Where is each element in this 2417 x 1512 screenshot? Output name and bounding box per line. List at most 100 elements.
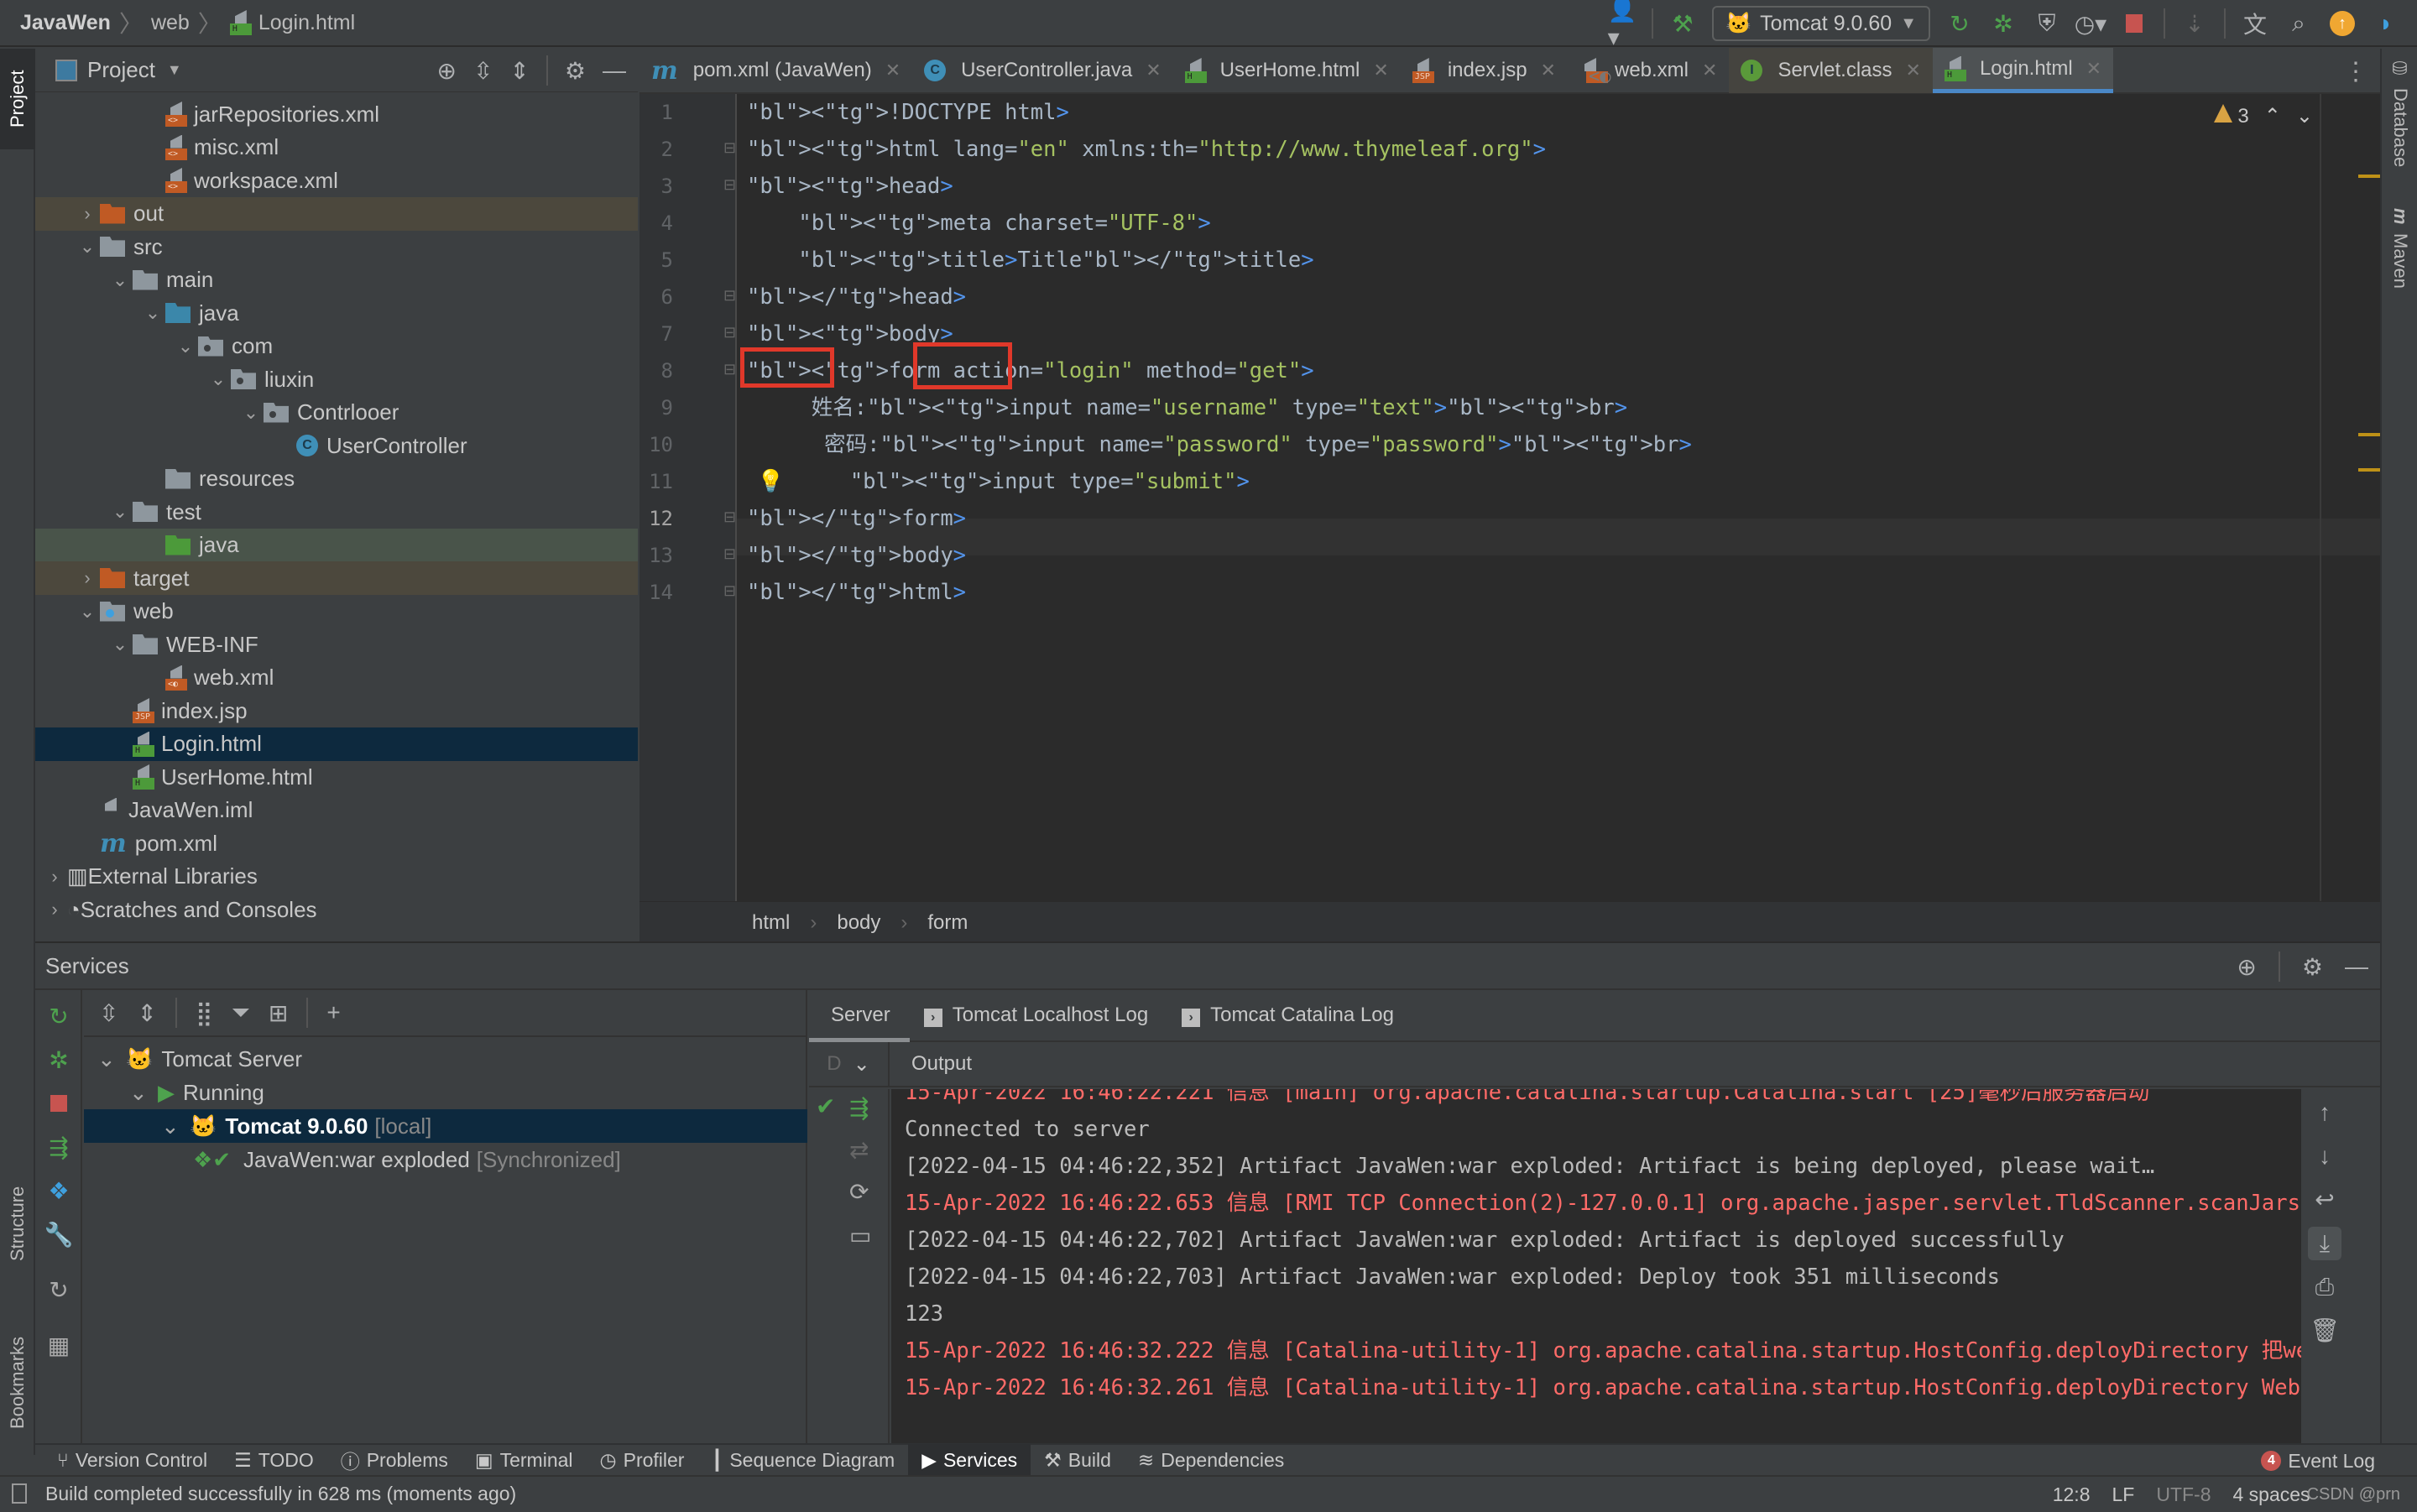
chevron-down-icon[interactable]: ⌄	[107, 633, 133, 655]
file-encoding[interactable]: UTF-8	[2156, 1483, 2211, 1506]
locate-icon[interactable]: ⊕	[2237, 953, 2256, 981]
deploy-icon[interactable]: ⇶	[44, 1133, 74, 1163]
tool-window-problems[interactable]: ⓘ Problems	[327, 1444, 462, 1476]
chevron-down-icon[interactable]: ⌄	[129, 1080, 158, 1106]
line-separator[interactable]: LF	[2112, 1483, 2134, 1506]
chevron-down-icon[interactable]: ⌄	[238, 402, 264, 424]
editor-tab[interactable]: H Login.html ✕	[1932, 48, 2114, 93]
tree-item[interactable]: › ▥ External Libraries	[35, 860, 638, 894]
tool-window-todo[interactable]: ☰ TODO	[221, 1444, 327, 1476]
up-arrow-icon[interactable]: ↑	[2308, 1096, 2341, 1129]
fold-marker-icon[interactable]: ⊟	[723, 139, 736, 157]
editor-tab[interactable]: C UserController.java ✕	[912, 48, 1173, 93]
chevron-down-icon[interactable]: ⌄	[206, 368, 231, 390]
collapse-all-icon[interactable]: ⇕	[509, 57, 529, 85]
tree-item[interactable]: m pom.xml	[35, 826, 638, 860]
wrench-icon[interactable]: 🔧	[44, 1220, 74, 1250]
code-line[interactable]: "bl"></"tg">form>	[747, 500, 966, 537]
layout-icon[interactable]: ▦	[44, 1331, 74, 1361]
chevron-right-icon[interactable]: ›	[42, 866, 67, 888]
build-hammer-icon[interactable]: ⚒	[1668, 9, 1697, 38]
console-output[interactable]: 15-Apr-2022 16:46:22.221 信息 [main] org.a…	[891, 1089, 2301, 1445]
close-icon[interactable]: ✕	[1702, 60, 1717, 81]
print-icon[interactable]: ⎙	[2308, 1270, 2341, 1304]
expand-all-icon[interactable]: ⇳	[473, 57, 493, 85]
tree-item[interactable]: H UserHome.html	[35, 760, 638, 794]
chevron-down-icon[interactable]: ⌄	[97, 1046, 126, 1072]
tab-localhost-log[interactable]: › Tomcat Localhost Log	[923, 1004, 1148, 1027]
tree-item[interactable]: C UserController	[35, 429, 638, 462]
tool-window-terminal[interactable]: ▣ Terminal	[462, 1444, 587, 1476]
caret-position[interactable]: 12:8	[2053, 1483, 2091, 1506]
soft-wrap-icon[interactable]: ↩	[2308, 1183, 2341, 1217]
breadcrumb-folder[interactable]: web	[151, 11, 190, 35]
breadcrumb-project[interactable]: JavaWen	[20, 11, 111, 35]
breadcrumb-html[interactable]: html	[752, 911, 790, 935]
fold-marker-icon[interactable]: ⊟	[723, 324, 736, 342]
code-line[interactable]: "bl"><"tg">html lang="en" xmlns:th="http…	[747, 131, 1546, 168]
error-stripe-mark[interactable]	[2358, 175, 2380, 178]
project-panel-title[interactable]: Project	[87, 57, 155, 83]
expand-all-icon[interactable]: ⇳	[99, 999, 118, 1027]
undeploy-icon[interactable]: ⇄	[849, 1136, 869, 1164]
breadcrumb-body[interactable]: body	[837, 911, 880, 935]
tree-item[interactable]: JavaWen.iml	[35, 794, 638, 827]
editor-tab[interactable]: <◐ web.xml ✕	[1568, 48, 1729, 93]
tree-item[interactable]: resources	[35, 462, 638, 496]
tool-window-maven[interactable]: m Maven	[2382, 208, 2417, 334]
tree-item[interactable]: ⌄ WEB-INF	[35, 628, 638, 661]
error-stripe-mark[interactable]	[2358, 433, 2380, 436]
code-line[interactable]: "bl"><"tg">!DOCTYPE html>	[747, 94, 1069, 131]
tree-item[interactable]: ⌄ src	[35, 230, 638, 263]
tree-item[interactable]: ⌄ Contrlooer	[35, 396, 638, 430]
gear-icon[interactable]: ⚙	[2302, 953, 2323, 981]
tree-item[interactable]: java	[35, 528, 638, 562]
code-line[interactable]: "bl"></"tg">html>	[747, 574, 966, 611]
previous-highlight-icon[interactable]: ⌃	[2264, 104, 2281, 128]
toggle-tool-windows-icon[interactable]	[12, 1483, 27, 1504]
fold-marker-icon[interactable]: ⊟	[723, 582, 736, 600]
tree-item[interactable]: › ◔ Scratches and Consoles	[35, 893, 638, 926]
tool-window-bookmarks[interactable]: Bookmarks	[0, 1316, 35, 1450]
minimize-icon[interactable]: —	[603, 57, 626, 84]
tool-window-database[interactable]: ⛁ Database	[2382, 59, 2417, 193]
close-icon[interactable]: ✕	[885, 60, 901, 81]
code-line[interactable]: "bl"></"tg">head>	[747, 279, 966, 315]
chevron-down-icon[interactable]: ⌄	[107, 501, 133, 523]
close-icon[interactable]: ✕	[2086, 58, 2101, 80]
tree-item[interactable]: <> misc.xml	[35, 131, 638, 164]
tool-window-structure[interactable]: Structure	[0, 1139, 35, 1307]
tree-item[interactable]: ⌄ java	[35, 296, 638, 330]
code-line[interactable]: "bl"><"tg">title>Title"bl"></"tg">title>	[747, 242, 1313, 279]
locate-icon[interactable]: ⊕	[436, 57, 456, 85]
inspection-widget[interactable]: 3 ⌃ ⌄	[2213, 104, 2313, 128]
chevron-down-icon[interactable]: ⌄	[161, 1113, 190, 1139]
tool-window-version-control[interactable]: ⑂ Version Control	[44, 1444, 221, 1476]
more-tabs-icon[interactable]: ⋮	[2343, 49, 2368, 94]
refresh-icon[interactable]: ⟳	[849, 1178, 869, 1206]
chevron-down-icon[interactable]: ⌄	[854, 1052, 870, 1077]
close-icon[interactable]: ✕	[1541, 60, 1556, 81]
debug-icon[interactable]: ✲	[1989, 9, 2018, 38]
tree-item[interactable]: JSP index.jsp	[35, 694, 638, 727]
service-item[interactable]: ⌄ 🐱 Tomcat 9.0.60 [local]	[84, 1109, 807, 1143]
minimize-icon[interactable]: —	[2345, 953, 2368, 980]
user-icon[interactable]: 👤▾	[1608, 0, 1637, 50]
debug-icon[interactable]: ✲	[44, 1045, 74, 1076]
deploy-dropdown[interactable]: D	[827, 1052, 841, 1076]
next-highlight-icon[interactable]: ⌄	[2296, 104, 2313, 128]
status-message[interactable]: Build completed successfully in 628 ms (…	[45, 1483, 516, 1505]
rerun-icon[interactable]: ↻	[44, 1002, 74, 1032]
code-line[interactable]: "bl"></"tg">body>	[747, 537, 966, 574]
chevron-down-icon[interactable]: ▼	[167, 61, 182, 79]
chevron-right-icon[interactable]: ›	[75, 567, 100, 589]
translate-icon[interactable]: 文	[2241, 9, 2269, 38]
new-tab-icon[interactable]: ⊞	[269, 999, 288, 1027]
group-by-icon[interactable]: ⣿	[196, 999, 213, 1027]
rerun-icon[interactable]: ↻	[1945, 9, 1974, 38]
refresh-icon[interactable]: ↻	[44, 1275, 74, 1306]
service-item[interactable]: ⌄ 🐱 Tomcat Server	[84, 1042, 807, 1076]
search-icon[interactable]: ⌕	[2284, 9, 2313, 38]
deploy-icon[interactable]: ⇶	[849, 1094, 869, 1122]
error-stripe-mark[interactable]	[2358, 468, 2380, 472]
